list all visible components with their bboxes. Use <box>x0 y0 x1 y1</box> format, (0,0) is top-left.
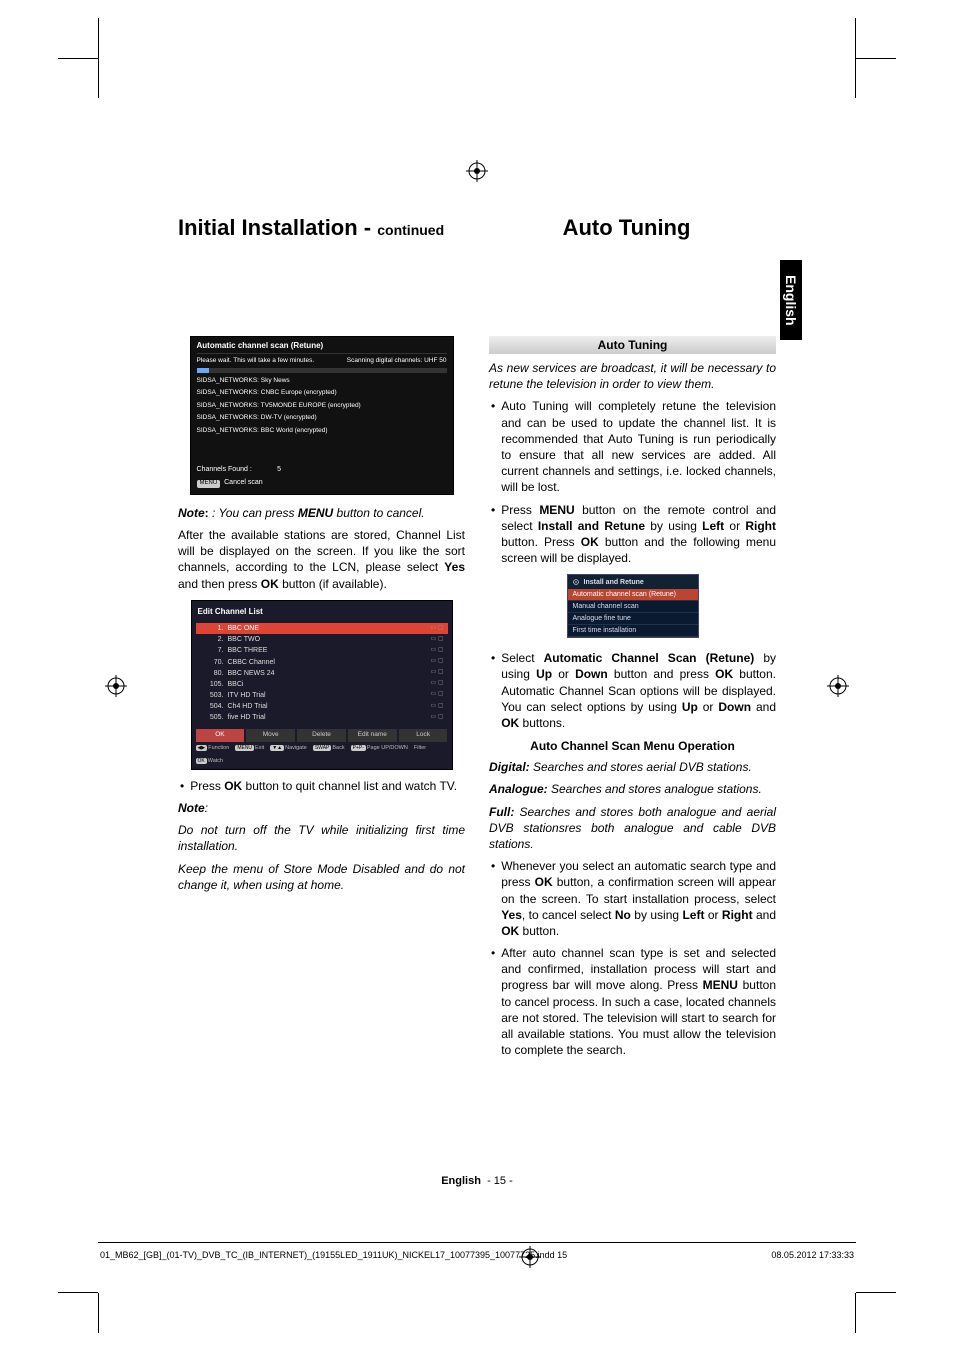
registration-mark-icon <box>827 675 849 697</box>
osd-list-row: 1.BBC ONE▭ ▢ <box>196 623 448 634</box>
osd-list-row: 105.BBCi▭ ▢ <box>196 679 448 690</box>
heading-left: Initial Installation - <box>178 215 371 240</box>
bullet-auto-tuning-1: Auto Tuning will completely retune the t… <box>489 398 776 495</box>
osd-list-button: OK <box>196 729 245 741</box>
osd-list-hint: MENUExit <box>235 745 264 752</box>
osd-scan-found-line: SIDSA_NETWORKS: CNBC Europe (encrypted) <box>197 389 447 397</box>
osd-list-hint: ▼▲Navigate <box>270 745 307 752</box>
footer-rule <box>98 1242 856 1243</box>
osd-channels-found-label: Channels Found : <box>197 466 252 473</box>
osd-list-hint: OKWatch <box>196 758 224 765</box>
osd-scan-wait: Please wait. This will take a few minute… <box>197 357 315 365</box>
registration-mark-icon <box>105 675 127 697</box>
osd-channels-found-value: 5 <box>277 466 281 473</box>
osd-list-button: Delete <box>297 729 346 741</box>
osd-menu-item: First time installation <box>568 625 698 637</box>
content-area: Initial Installation - continued Auto Tu… <box>178 215 776 1064</box>
auto-tuning-section-bar: Auto Tuning <box>489 336 776 354</box>
bullet-auto-tuning-3: Select Automatic Channel Scan (Retune) b… <box>489 650 776 731</box>
osd-list-row: 70.CBBC Channel▭ ▢ <box>196 657 448 668</box>
osd-scan-title: Automatic channel scan (Retune) <box>197 341 447 354</box>
osd-scan-found-line: SIDSA_NETWORKS: Sky News <box>197 377 447 385</box>
osd-scan-progress <box>197 368 447 373</box>
page-footer: English - 15 - <box>178 1175 776 1187</box>
osd-list-row: 7.BBC THREE▭ ▢ <box>196 645 448 656</box>
crop-mark <box>58 1292 98 1293</box>
crop-mark <box>856 58 896 59</box>
osd-list-hint: SWAPBack <box>313 745 345 752</box>
press-ok-quit: Press OK button to quit channel list and… <box>178 778 465 794</box>
osd-list-row: 504.Ch4 HD Trial▭ ▢ <box>196 701 448 712</box>
osd-install-retune-menu: Install and Retune Automatic channel sca… <box>567 574 699 638</box>
osd-list-row: 505.five HD Trial▭ ▢ <box>196 712 448 723</box>
osd-scan-found-line: SIDSA_NETWORKS: DW-TV (encrypted) <box>197 414 447 422</box>
osd-list-button: Edit name <box>348 729 397 741</box>
osd-channel-list: Edit Channel List 1.BBC ONE▭ ▢2.BBC TWO▭… <box>191 600 453 770</box>
osd-menu-key: MENU <box>197 480 221 488</box>
analogue-row: Analogue: Searches and stores analogue s… <box>489 781 776 797</box>
heading-right: Auto Tuning <box>477 215 776 241</box>
crop-mark <box>855 1293 856 1333</box>
osd-menu-item: Analogue fine tune <box>568 613 698 625</box>
osd-cancel-text: Cancel scan <box>224 479 263 486</box>
osd-list-title: Edit Channel List <box>198 607 448 617</box>
osd-scan-found-line: SIDSA_NETWORKS: BBC World (encrypted) <box>197 427 447 435</box>
note2-label: Note: <box>178 800 465 816</box>
bullet-auto-tuning-5: After auto channel scan type is set and … <box>489 945 776 1058</box>
page-heading: Initial Installation - continued Auto Tu… <box>178 215 776 241</box>
right-column: Auto Tuning As new services are broadcas… <box>489 336 776 1064</box>
language-side-tab: English <box>780 260 802 340</box>
digital-row: Digital: Searches and stores aerial DVB … <box>489 759 776 775</box>
full-row: Full: Searches and stores both analogue … <box>489 804 776 853</box>
print-date: 08.05.2012 17:33:33 <box>771 1250 854 1260</box>
crop-mark <box>855 58 856 98</box>
after-stations-text: After the available stations are stored,… <box>178 527 465 592</box>
crop-mark <box>855 18 856 58</box>
osd-scan-scanning: Scanning digital channels: UHF 50 <box>347 357 447 365</box>
heading-continued: continued <box>377 222 444 238</box>
crop-mark <box>58 58 98 59</box>
crop-mark <box>856 1292 896 1293</box>
warn-store-mode: Keep the menu of Store Mode Disabled and… <box>178 861 465 893</box>
osd-list-row: 503.ITV HD Trial▭ ▢ <box>196 690 448 701</box>
osd-list-button: Lock <box>399 729 448 741</box>
osd-menu-item: Manual channel scan <box>568 601 698 613</box>
page: English Initial Installation - continued… <box>0 0 954 1351</box>
osd-menu-item: Automatic channel scan (Retune) <box>568 589 698 601</box>
osd-list-row: 80.BBC NEWS 24▭ ▢ <box>196 668 448 679</box>
print-file: 01_MB62_[GB]_(01-TV)_DVB_TC_(IB_INTERNET… <box>100 1250 567 1260</box>
bullet-auto-tuning-2: Press MENU button on the remote control … <box>489 502 776 567</box>
bullet-auto-tuning-4: Whenever you select an automatic search … <box>489 858 776 939</box>
auto-tuning-intro: As new services are broadcast, it will b… <box>489 360 776 392</box>
crop-mark <box>98 58 99 98</box>
crop-mark <box>98 1293 99 1333</box>
left-column: Automatic channel scan (Retune) Please w… <box>178 336 465 1064</box>
osd-list-hint: ◀▶Function <box>196 745 230 752</box>
osd-menu-title: Install and Retune <box>568 575 698 589</box>
gear-icon <box>572 578 580 586</box>
scan-menu-operation-heading: Auto Channel Scan Menu Operation <box>489 739 776 753</box>
osd-list-row: 2.BBC TWO▭ ▢ <box>196 634 448 645</box>
osd-channel-scan: Automatic channel scan (Retune) Please w… <box>190 336 454 495</box>
registration-mark-icon <box>466 160 488 182</box>
warn-first-install: Do not turn off the TV while initializin… <box>178 822 465 854</box>
osd-list-button: Move <box>246 729 295 741</box>
osd-list-hint: P+P-Page UP/DOWN <box>351 745 408 752</box>
osd-list-hint: Filter <box>414 745 426 752</box>
osd-scan-found-line: SIDSA_NETWORKS: TV5MONDE EUROPE (encrypt… <box>197 402 447 410</box>
print-footer: 01_MB62_[GB]_(01-TV)_DVB_TC_(IB_INTERNET… <box>100 1250 854 1260</box>
note-cancel: Note: : You can press MENU button to can… <box>178 505 465 521</box>
crop-mark <box>98 18 99 58</box>
